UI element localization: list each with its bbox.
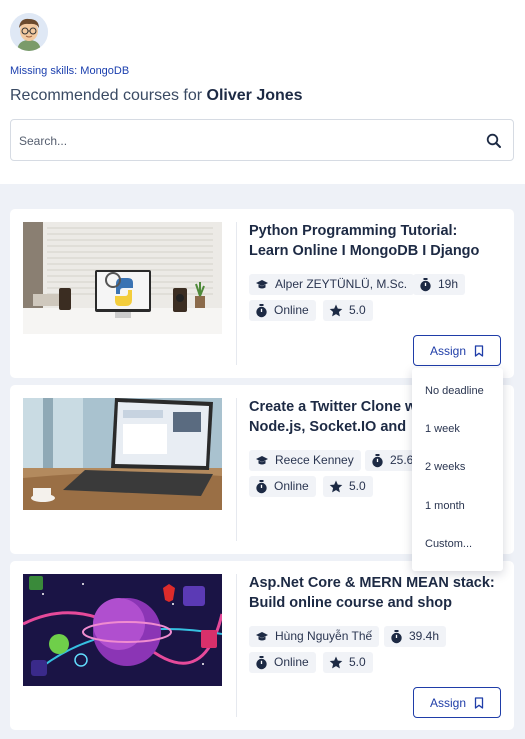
search-box: [10, 119, 514, 161]
menu-item-no-deadline[interactable]: No deadline: [425, 385, 484, 397]
mode-value: Online: [274, 479, 309, 493]
card-divider: [236, 398, 237, 541]
bookmark-icon: [474, 696, 484, 709]
duration-value: 25.6: [390, 453, 414, 467]
author-chip: Alper ZEYTÜNLÜ, M.Sc.: [249, 274, 415, 295]
mode-value: Online: [274, 303, 309, 317]
course-title[interactable]: Python Programming Tutorial: Learn Onlin…: [249, 221, 504, 261]
duration-chip: 39.4h: [384, 626, 447, 647]
title-prefix: Recommended courses for: [10, 87, 207, 104]
rating-chip: 5.0: [323, 300, 373, 321]
rating-value: 5.0: [349, 303, 366, 317]
card-divider: [236, 222, 237, 365]
duration-value: 19h: [438, 277, 459, 291]
star-icon: [329, 656, 343, 669]
course-title[interactable]: Create a Twitter Clone w Node.js, Socket…: [249, 397, 413, 437]
graduation-cap-icon: [256, 455, 268, 464]
course-title-line: Build online course and shop: [249, 595, 453, 611]
page-title: Recommended courses for Oliver Jones: [10, 87, 303, 105]
course-title-line: Asp.Net Core & MERN MEAN stack:: [249, 575, 495, 591]
duration-chip: 19h: [413, 274, 466, 295]
author-name: Reece Kenney: [275, 453, 354, 467]
stopwatch-icon: [256, 479, 267, 493]
course-title-line: Learn Online I MongoDB I Django: [249, 243, 480, 259]
author-name: Alper ZEYTÜNLÜ, M.Sc.: [275, 277, 408, 291]
menu-item-1-week[interactable]: 1 week: [425, 423, 460, 435]
rating-chip: 5.0: [323, 476, 373, 497]
course-card: Python Programming Tutorial: Learn Onlin…: [10, 209, 514, 378]
mode-value: Online: [274, 655, 309, 669]
course-title-line: Create a Twitter Clone w: [249, 399, 413, 415]
course-title-line: Python Programming Tutorial:: [249, 223, 458, 239]
bookmark-icon: [474, 344, 484, 357]
menu-item-1-month[interactable]: 1 month: [425, 500, 465, 512]
mode-chip: Online: [249, 652, 316, 673]
menu-item-2-weeks[interactable]: 2 weeks: [425, 461, 465, 473]
course-thumbnail[interactable]: [23, 574, 222, 686]
stopwatch-icon: [256, 303, 267, 317]
assign-label: Assign: [429, 343, 467, 358]
rating-value: 5.0: [349, 655, 366, 669]
graduation-cap-icon: [256, 279, 268, 288]
assign-label: Assign: [429, 695, 467, 710]
stopwatch-icon: [372, 453, 383, 467]
card-divider: [236, 574, 237, 717]
course-thumbnail[interactable]: [23, 398, 222, 510]
author-name: Hùng Nguyễn Thế: [275, 629, 373, 643]
graduation-cap-icon: [256, 631, 268, 640]
mode-chip: Online: [249, 300, 316, 321]
page-header: Missing skills: MongoDB Recommended cour…: [0, 0, 525, 184]
stopwatch-icon: [420, 277, 431, 291]
rating-value: 5.0: [349, 479, 366, 493]
author-chip: Reece Kenney: [249, 450, 361, 471]
course-title-line: Node.js, Socket.IO and: [249, 419, 407, 435]
mode-chip: Online: [249, 476, 316, 497]
duration-value: 39.4h: [409, 629, 440, 643]
menu-item-custom[interactable]: Custom...: [425, 538, 472, 550]
course-title[interactable]: Asp.Net Core & MERN MEAN stack: Build on…: [249, 573, 504, 613]
avatar[interactable]: [10, 13, 48, 51]
stopwatch-icon: [256, 655, 267, 669]
course-card: Asp.Net Core & MERN MEAN stack: Build on…: [10, 561, 514, 730]
star-icon: [329, 480, 343, 493]
stopwatch-icon: [391, 629, 402, 643]
deadline-dropdown: No deadline 1 week 2 weeks 1 month Custo…: [412, 368, 503, 571]
missing-skills: Missing skills: MongoDB: [10, 65, 130, 77]
search-input[interactable]: [19, 131, 459, 151]
assign-button[interactable]: Assign: [413, 687, 501, 718]
course-thumbnail[interactable]: [23, 222, 222, 334]
assign-button[interactable]: Assign: [413, 335, 501, 366]
author-chip: Hùng Nguyễn Thế: [249, 626, 380, 647]
star-icon: [329, 304, 343, 317]
user-name: Oliver Jones: [206, 87, 303, 104]
search-icon[interactable]: [485, 132, 503, 150]
rating-chip: 5.0: [323, 652, 373, 673]
